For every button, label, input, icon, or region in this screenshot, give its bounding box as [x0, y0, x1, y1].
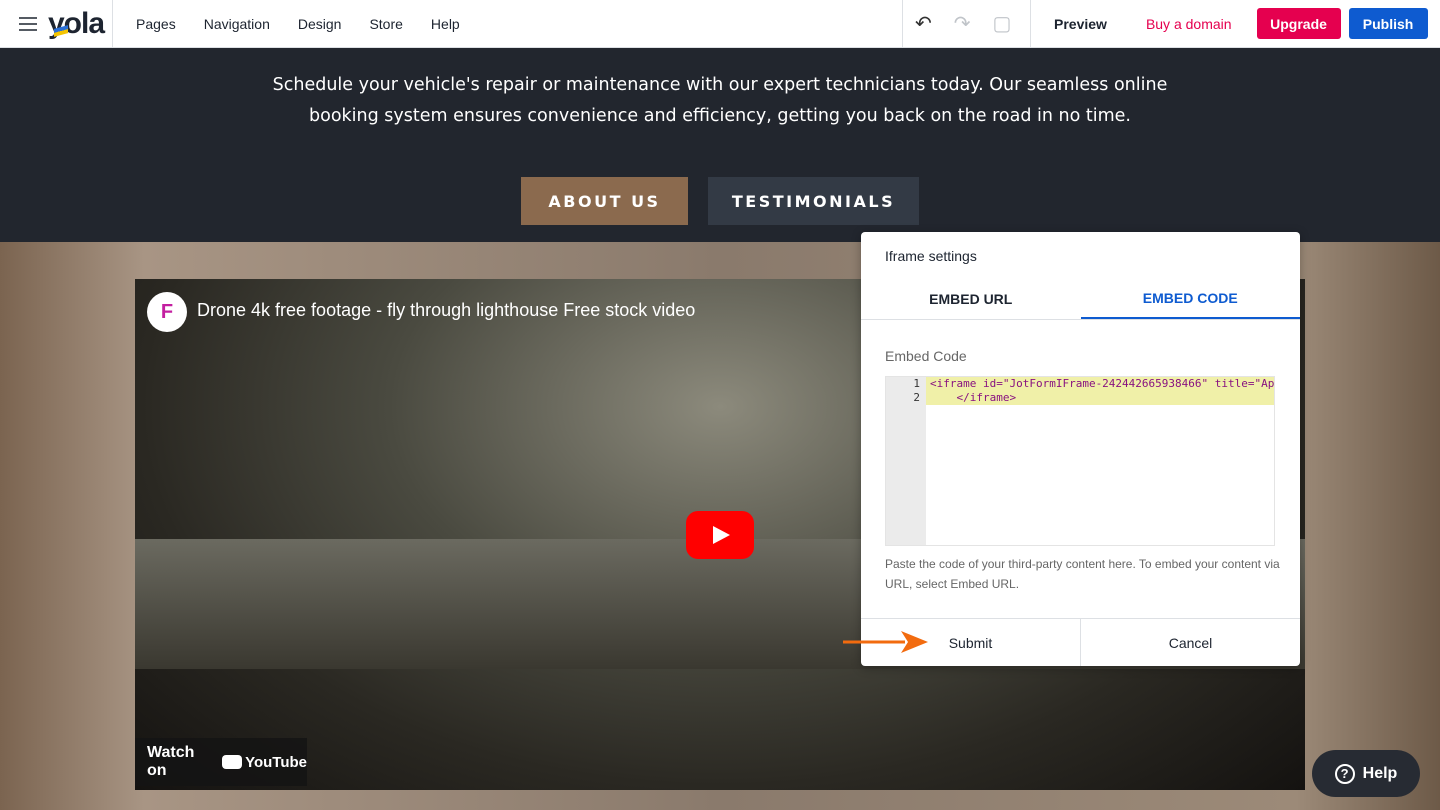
- video-title[interactable]: Drone 4k free footage - fly through ligh…: [197, 300, 695, 321]
- nav-pages[interactable]: Pages: [136, 16, 176, 32]
- tab-embed-code[interactable]: EMBED CODE: [1081, 278, 1301, 319]
- publish-button[interactable]: Publish: [1349, 8, 1428, 39]
- testimonials-button[interactable]: TESTIMONIALS: [708, 177, 919, 225]
- about-us-button[interactable]: ABOUT US: [521, 177, 688, 225]
- yola-logo[interactable]: yola: [48, 7, 108, 41]
- menu-icon[interactable]: [19, 17, 37, 31]
- embed-hint: Paste the code of your third-party conte…: [885, 554, 1280, 594]
- watch-on-label: Watch on: [147, 744, 212, 780]
- tab-embed-url[interactable]: EMBED URL: [861, 278, 1081, 319]
- iframe-settings-dialog: Iframe settings EMBED URL EMBED CODE Emb…: [861, 232, 1300, 666]
- preview-button[interactable]: Preview: [1054, 16, 1107, 32]
- redo-icon[interactable]: ↷: [954, 11, 971, 36]
- main-nav: Pages Navigation Design Store Help: [136, 16, 460, 32]
- undo-icon[interactable]: ↶: [915, 11, 932, 36]
- hero-text: Schedule your vehicle's repair or mainte…: [0, 70, 1440, 132]
- code-line-1: <iframe id="JotFormIFrame-24244266593846…: [930, 377, 1274, 390]
- hero-section: Schedule your vehicle's repair or mainte…: [0, 48, 1440, 242]
- nav-design[interactable]: Design: [298, 16, 342, 32]
- youtube-icon: [222, 755, 242, 769]
- help-button[interactable]: ? Help: [1312, 750, 1420, 797]
- code-line-2: </iframe>: [930, 391, 1016, 404]
- nav-navigation[interactable]: Navigation: [204, 16, 270, 32]
- help-icon: ?: [1335, 764, 1355, 784]
- watch-on-youtube[interactable]: Watch on YouTube: [135, 738, 307, 786]
- embed-code-editor[interactable]: 12 <iframe id="JotFormIFrame-24244266593…: [885, 376, 1275, 546]
- help-label: Help: [1363, 765, 1398, 783]
- save-icon[interactable]: ▢: [993, 11, 1012, 36]
- buy-domain-link[interactable]: Buy a domain: [1146, 16, 1232, 32]
- nav-help[interactable]: Help: [431, 16, 460, 32]
- arrow-annotation-icon: [843, 630, 928, 654]
- channel-logo[interactable]: F: [147, 292, 187, 332]
- play-button[interactable]: [686, 511, 754, 559]
- top-bar: yola Pages Navigation Design Store Help …: [0, 0, 1440, 48]
- youtube-label: YouTube: [245, 754, 307, 771]
- embed-code-label: Embed Code: [885, 348, 967, 364]
- nav-store[interactable]: Store: [369, 16, 402, 32]
- upgrade-button[interactable]: Upgrade: [1257, 8, 1341, 39]
- cancel-button[interactable]: Cancel: [1081, 619, 1300, 666]
- dialog-title: Iframe settings: [885, 248, 977, 264]
